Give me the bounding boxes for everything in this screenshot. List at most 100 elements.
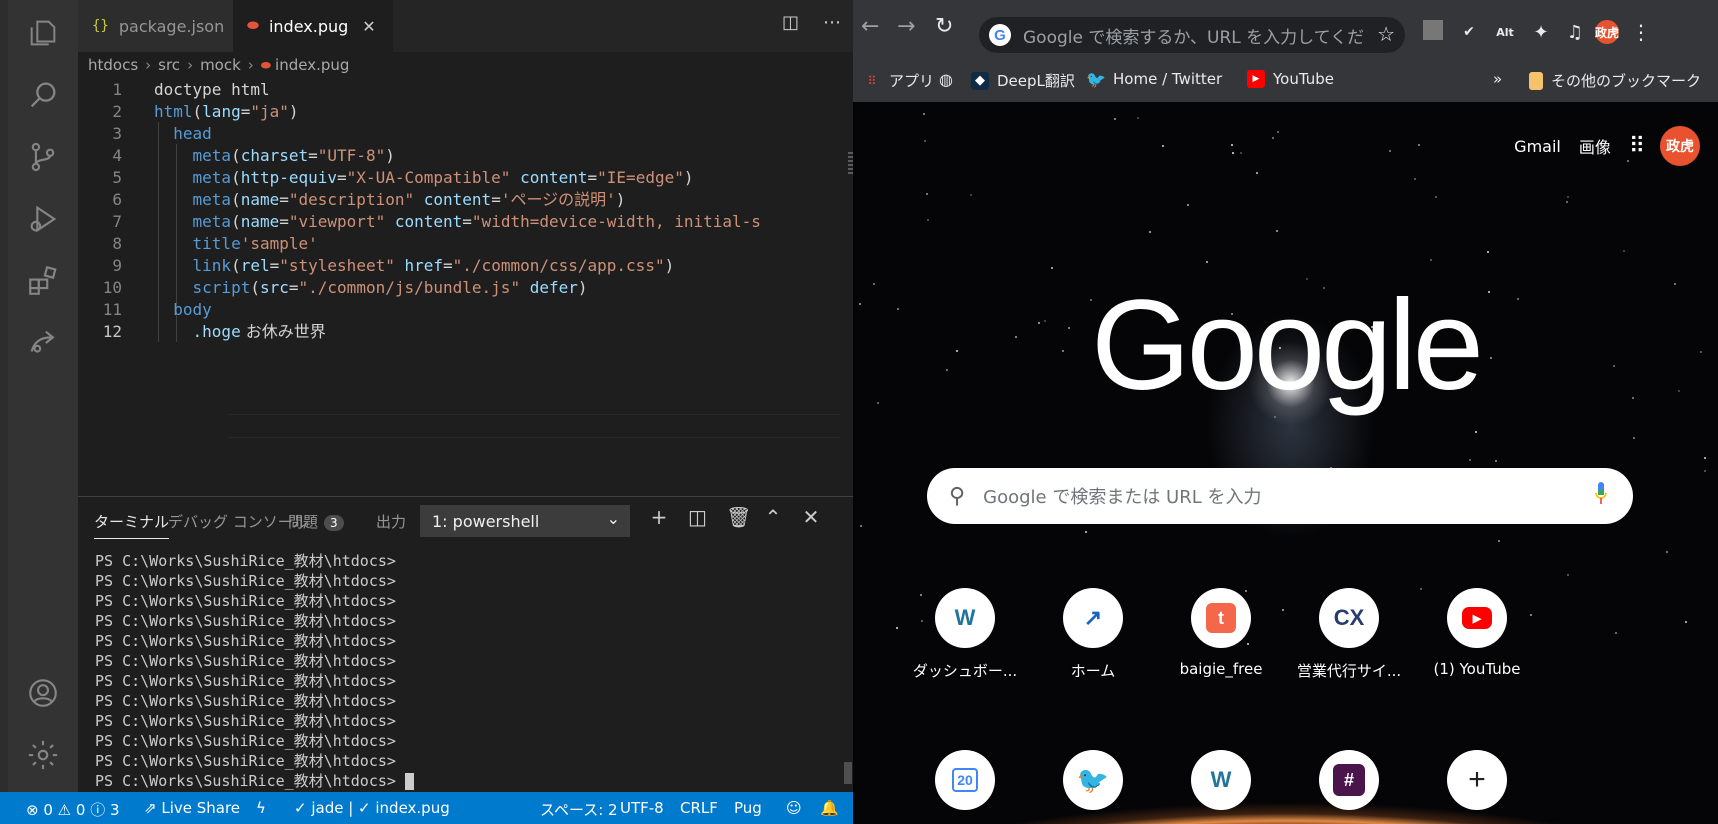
tab-output[interactable]: 出力: [376, 511, 406, 532]
reload-icon[interactable]: ↻: [935, 14, 953, 39]
back-icon[interactable]: ←: [861, 14, 879, 39]
shortcut-tile[interactable]: t baigie_free: [1151, 588, 1291, 678]
tab-index-pug[interactable]: ⬬ index.pug ✕: [233, 0, 393, 52]
split-editor-icon[interactable]: ◫: [782, 12, 799, 33]
menu-icon[interactable]: ⋮: [1629, 20, 1653, 44]
split-terminal-icon[interactable]: ◫: [688, 505, 707, 529]
manage-gear-icon[interactable]: [8, 722, 78, 788]
new-terminal-icon[interactable]: +: [650, 505, 668, 529]
star-dot: [1567, 574, 1569, 576]
star-dot: [970, 194, 972, 196]
address-bar-placeholder: Google で検索するか、URL を入力してください: [1023, 27, 1363, 48]
tab-problems[interactable]: 問題 3: [288, 511, 344, 532]
close-icon[interactable]: ✕: [362, 17, 375, 36]
live-share-status[interactable]: ⇗ Live Share: [144, 799, 240, 817]
star-dot: [1232, 152, 1234, 154]
bookmark-youtube[interactable]: ▶ YouTube: [1247, 70, 1334, 88]
checkmark-extension-icon[interactable]: ✔: [1457, 20, 1481, 44]
shortcut-tile[interactable]: CX 営業代行サイ...: [1279, 588, 1419, 681]
terminal-prompt-line: PS C:\Works\SushiRice_教材\htdocs>: [95, 771, 835, 791]
profile-avatar[interactable]: 政虎: [1595, 20, 1619, 44]
star-dot: [1162, 145, 1164, 147]
forward-icon[interactable]: →: [897, 14, 915, 39]
address-bar[interactable]: G Google で検索するか、URL を入力してください ☆: [979, 17, 1405, 53]
alt-extension-icon[interactable]: Alt: [1493, 20, 1517, 44]
current-line-highlight: [228, 414, 840, 438]
problems-status[interactable]: ⊗ 0 ⚠ 0 ⓘ 3: [26, 799, 120, 820]
terminal-output[interactable]: PS C:\Works\SushiRice_教材\htdocs> PS C:\W…: [95, 551, 835, 791]
bookmark-star-icon[interactable]: ☆: [1377, 22, 1395, 46]
profile-avatar[interactable]: 政虎: [1660, 126, 1700, 166]
source-control-icon[interactable]: [8, 124, 78, 190]
breadcrumb-item[interactable]: mock: [200, 56, 241, 74]
terminal-select[interactable]: 1: powershell ⌄: [420, 505, 630, 537]
shortcut-tile[interactable]: 🐦: [1023, 750, 1163, 810]
bookmark-apps[interactable]: ⠿ アプリ: [863, 70, 934, 91]
feedback-icon[interactable]: ☺: [786, 799, 802, 817]
add-shortcut-button[interactable]: +: [1407, 750, 1547, 810]
tab-package-json[interactable]: {} package.json: [78, 0, 233, 52]
breadcrumb-item[interactable]: src: [158, 56, 180, 74]
calendar-icon: 20: [935, 750, 995, 810]
shortcut-tile[interactable]: W ダッシュボー...: [895, 588, 1035, 681]
bookmark-deepl[interactable]: ◆ DeepL翻訳: [971, 70, 1075, 91]
close-panel-icon[interactable]: ✕: [802, 505, 820, 529]
star-dot: [1187, 204, 1189, 206]
bookmark-globe[interactable]: ◍: [937, 70, 963, 89]
shortcut-tile[interactable]: 20: [895, 750, 1035, 810]
ntp-search-box[interactable]: ⚲ Google で検索または URL を入力: [927, 468, 1633, 524]
chevron-right-icon: ›: [187, 56, 194, 74]
terminal-line: PS C:\Works\SushiRice_教材\htdocs>: [95, 652, 396, 670]
star-dot: [1149, 231, 1151, 233]
images-link[interactable]: 画像: [1579, 134, 1611, 158]
accounts-icon[interactable]: [8, 660, 78, 726]
media-icon[interactable]: ♫: [1563, 20, 1587, 44]
maximize-panel-icon[interactable]: ⌃: [764, 505, 782, 529]
more-actions-icon[interactable]: ⋯: [823, 12, 841, 33]
code-line: 4 meta(charset="UTF-8"): [112, 146, 395, 165]
terminal-scrollbar[interactable]: [844, 762, 852, 784]
bell-icon[interactable]: 🔔: [820, 799, 839, 817]
bookmark-other[interactable]: その他のブックマーク: [1529, 70, 1701, 91]
shortcut-tile[interactable]: #: [1279, 750, 1419, 810]
bolt-icon[interactable]: ϟ: [256, 799, 266, 817]
status-bar: ⊗ 0 ⚠ 0 ⓘ 3 ⇗ Live Share ϟ ✓ jade | ✓ in…: [0, 792, 853, 824]
jade-status[interactable]: ✓ jade | ✓ index.pug: [294, 799, 450, 817]
extension-icon[interactable]: [1423, 20, 1443, 40]
gmail-link[interactable]: Gmail: [1514, 137, 1561, 156]
search-icon[interactable]: [8, 62, 78, 128]
eol-status[interactable]: CRLF: [680, 799, 718, 817]
shortcut-tile[interactable]: ▶ (1) YouTube: [1407, 588, 1547, 678]
code-line: 6 meta(name="description" content='ページの説…: [112, 190, 626, 209]
trash-icon[interactable]: 🗑: [726, 505, 751, 529]
terminal-line: PS C:\Works\SushiRice_教材\htdocs>: [95, 632, 396, 650]
explorer-icon[interactable]: [8, 0, 78, 66]
microphone-icon[interactable]: [1595, 482, 1607, 506]
bookmarks-overflow[interactable]: »: [1493, 70, 1502, 88]
star-dot: [1418, 144, 1420, 146]
tab-terminal[interactable]: ターミナル: [94, 511, 170, 539]
google-logo: Google: [1091, 274, 1484, 417]
code-editor[interactable]: 1 doctype html 2 html(lang="ja") 3 head 4 …: [78, 78, 853, 496]
wordpress-icon: W: [935, 588, 995, 648]
run-debug-icon[interactable]: [8, 186, 78, 252]
star-dot: [1685, 621, 1687, 623]
code-line: 1 doctype html: [112, 80, 270, 99]
bookmark-twitter[interactable]: 🐦 Home / Twitter: [1086, 70, 1222, 89]
breadcrumb-item[interactable]: index.pug: [275, 56, 349, 74]
encoding-status[interactable]: UTF-8: [620, 799, 664, 817]
google-apps-icon[interactable]: ⠿: [1629, 134, 1645, 159]
indentation-status[interactable]: スペース: 2: [540, 799, 618, 820]
language-status[interactable]: Pug: [734, 799, 762, 817]
bottom-panel: ターミナル デバッグ コンソール 問題 3 出力 1: powershell ⌄ …: [78, 496, 853, 792]
star-dot: [923, 113, 925, 115]
extensions-icon[interactable]: [8, 248, 78, 314]
star-dot: [1495, 460, 1497, 462]
shortcut-tile[interactable]: W: [1151, 750, 1291, 810]
shortcut-tile[interactable]: ↗ ホーム: [1023, 588, 1163, 681]
puzzle-icon[interactable]: ✦: [1529, 20, 1553, 44]
breadcrumb-item[interactable]: htdocs: [88, 56, 138, 74]
live-share-icon[interactable]: [8, 310, 78, 376]
deepl-icon: ◆: [971, 71, 989, 90]
tab-debug-console[interactable]: デバッグ コンソール: [168, 511, 308, 532]
